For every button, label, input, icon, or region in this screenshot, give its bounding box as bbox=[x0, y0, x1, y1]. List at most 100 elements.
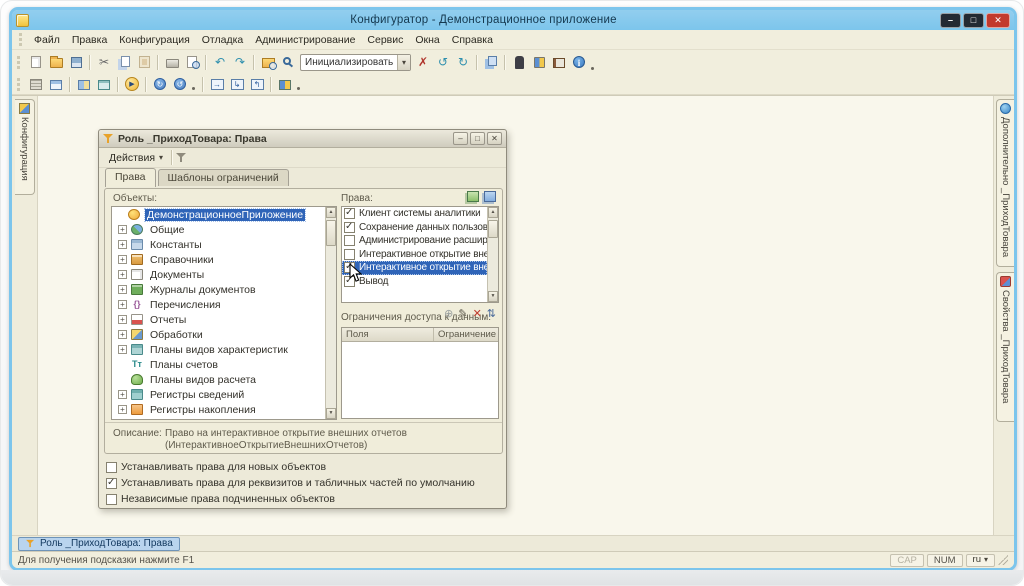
actions-button[interactable]: Действия ▾ bbox=[104, 150, 168, 166]
expand-icon[interactable]: + bbox=[118, 300, 127, 309]
expand-icon[interactable]: + bbox=[118, 225, 127, 234]
right-item[interactable]: Сохранение данных пользователя bbox=[342, 221, 487, 235]
expand-icon[interactable]: + bbox=[118, 390, 127, 399]
table-document-icon[interactable] bbox=[94, 75, 114, 93]
help-contents-icon[interactable] bbox=[549, 53, 569, 71]
dialog-title-bar[interactable]: Роль _ПриходТовара: Права –□✕ bbox=[99, 130, 506, 148]
tree-item[interactable]: +Регистры накопления bbox=[112, 402, 325, 417]
checkbox[interactable] bbox=[344, 249, 355, 260]
split-window-icon[interactable] bbox=[74, 75, 94, 93]
right-item[interactable]: Администрирование расширений конф... bbox=[342, 234, 487, 248]
objects-tree-scrollbar[interactable]: ▲ ▼ bbox=[325, 207, 336, 419]
scroll-up-icon[interactable]: ▲ bbox=[326, 207, 336, 218]
menu-item-8[interactable]: Справка bbox=[446, 32, 499, 48]
panel-tab-properties[interactable]: Свойства _ПриходТовара bbox=[996, 272, 1014, 422]
tree-item[interactable]: +Справочники bbox=[112, 252, 325, 267]
combo-dropdown-icon[interactable]: ▾ bbox=[397, 55, 410, 70]
title-bar[interactable]: Конфигуратор - Демонстрационное приложен… bbox=[12, 10, 1014, 30]
redo-icon[interactable]: ↷ bbox=[230, 53, 250, 71]
expand-icon[interactable]: + bbox=[118, 345, 127, 354]
edit-restriction-icon[interactable]: ✎ bbox=[458, 309, 467, 320]
scroll-down-icon[interactable]: ▼ bbox=[326, 408, 336, 419]
configuration-service-icon[interactable] bbox=[275, 75, 295, 93]
tree-item[interactable]: +{}Перечисления bbox=[112, 297, 325, 312]
scroll-down-icon[interactable]: ▼ bbox=[488, 291, 498, 302]
dialog-close-button[interactable]: ✕ bbox=[487, 132, 502, 145]
dialog-minimize-button[interactable]: – bbox=[453, 132, 468, 145]
tree-item[interactable]: +Общие bbox=[112, 222, 325, 237]
right-item[interactable]: Интерактивное открытие внешних отч... bbox=[342, 261, 487, 275]
expand-icon[interactable]: + bbox=[118, 240, 127, 249]
right-item[interactable]: Интерактивное открытие внешних обр... bbox=[342, 248, 487, 262]
cut-icon[interactable]: ✂ bbox=[94, 53, 114, 71]
menu-item-3[interactable]: Конфигурация bbox=[113, 32, 195, 48]
option-checkbox-row[interactable]: Устанавливать права для новых объектов bbox=[106, 459, 500, 475]
save-icon[interactable] bbox=[66, 53, 86, 71]
find-icon[interactable] bbox=[278, 53, 298, 71]
delete-restriction-icon[interactable]: ✕ bbox=[473, 309, 482, 320]
tree-item[interactable]: Планы видов расчета bbox=[112, 372, 325, 387]
topics-icon[interactable] bbox=[529, 53, 549, 71]
scroll-track[interactable] bbox=[326, 218, 336, 408]
debug-step-out-icon[interactable]: ↰ bbox=[247, 75, 267, 93]
clear-all-rights-icon[interactable] bbox=[484, 191, 496, 202]
move-restriction-icon[interactable]: ⇅ bbox=[487, 309, 496, 320]
clear-search-icon[interactable]: ✗ bbox=[413, 53, 433, 71]
check-modules-icon[interactable] bbox=[509, 53, 529, 71]
menu-item-7[interactable]: Окна bbox=[409, 32, 445, 48]
maximize-button[interactable]: □ bbox=[963, 13, 984, 28]
right-item[interactable]: Вывод bbox=[342, 275, 487, 289]
filter-icon[interactable] bbox=[176, 152, 187, 163]
start-debugging-icon[interactable]: ▶ bbox=[122, 75, 142, 93]
tree-item[interactable]: +Константы bbox=[112, 237, 325, 252]
about-icon[interactable]: i bbox=[569, 53, 589, 71]
checkbox[interactable] bbox=[344, 222, 355, 233]
dialog-maximize-button[interactable]: □ bbox=[470, 132, 485, 145]
scroll-up-icon[interactable]: ▲ bbox=[488, 207, 498, 218]
close-button[interactable]: ✕ bbox=[986, 13, 1010, 28]
module-window-icon[interactable] bbox=[46, 75, 66, 93]
menu-item-1[interactable]: Файл bbox=[28, 32, 66, 48]
scroll-track[interactable] bbox=[488, 218, 498, 291]
option-checkbox-row[interactable]: Устанавливать права для реквизитов и таб… bbox=[106, 475, 500, 491]
search-combobox[interactable]: Инициализировать▾ bbox=[300, 54, 411, 71]
checkbox[interactable] bbox=[344, 208, 355, 219]
restart-debugger-icon[interactable]: ↺ bbox=[170, 75, 190, 93]
tab-restriction-templates[interactable]: Шаблоны ограничений bbox=[158, 169, 289, 186]
tree-item[interactable]: ДемонстрационноеПриложение bbox=[112, 207, 325, 222]
expand-icon[interactable]: + bbox=[118, 285, 127, 294]
print-icon[interactable] bbox=[162, 53, 182, 71]
tree-item[interactable]: ТтПланы счетов bbox=[112, 357, 325, 372]
configuration-windows-icon[interactable] bbox=[481, 53, 501, 71]
set-all-rights-icon[interactable] bbox=[467, 191, 479, 202]
resize-grip[interactable] bbox=[998, 555, 1008, 565]
menu-item-5[interactable]: Администрирование bbox=[249, 32, 361, 48]
expand-icon[interactable]: + bbox=[118, 405, 127, 414]
language-indicator[interactable]: ru ▾ bbox=[966, 554, 995, 567]
paste-icon[interactable] bbox=[134, 53, 154, 71]
panel-tab-configuration[interactable]: Конфигурация bbox=[15, 99, 35, 195]
navigate-forward-icon[interactable]: ↻ bbox=[453, 53, 473, 71]
option-checkbox-row[interactable]: Независимые права подчиненных объектов bbox=[106, 491, 500, 507]
panel-tab-additional[interactable]: Дополнительно _ПриходТовара bbox=[996, 99, 1014, 267]
checkbox[interactable] bbox=[344, 235, 355, 246]
menu-item-6[interactable]: Сервис bbox=[361, 32, 409, 48]
global-search-icon[interactable] bbox=[258, 53, 278, 71]
column-header[interactable]: Поля bbox=[342, 328, 434, 341]
navigate-back-icon[interactable]: ↺ bbox=[433, 53, 453, 71]
add-restriction-icon[interactable]: ⊕ bbox=[444, 309, 453, 320]
tree-item[interactable]: +Документы bbox=[112, 267, 325, 282]
expand-icon[interactable]: + bbox=[118, 270, 127, 279]
undo-icon[interactable]: ↶ bbox=[210, 53, 230, 71]
scroll-thumb[interactable] bbox=[488, 220, 498, 238]
scroll-thumb[interactable] bbox=[326, 220, 336, 246]
window-tab-role-rights[interactable]: Роль _ПриходТовара: Права bbox=[18, 537, 180, 551]
rights-list-scrollbar[interactable]: ▲ ▼ bbox=[487, 207, 498, 302]
tree-item[interactable]: +Регистры сведений bbox=[112, 387, 325, 402]
tree-item[interactable]: +Планы видов характеристик bbox=[112, 342, 325, 357]
column-header[interactable]: Ограничение доступа bbox=[434, 328, 498, 341]
tree-item[interactable]: +Обработки bbox=[112, 327, 325, 342]
checkbox[interactable] bbox=[106, 462, 117, 473]
checkbox[interactable] bbox=[106, 494, 117, 505]
new-document-icon[interactable] bbox=[26, 53, 46, 71]
